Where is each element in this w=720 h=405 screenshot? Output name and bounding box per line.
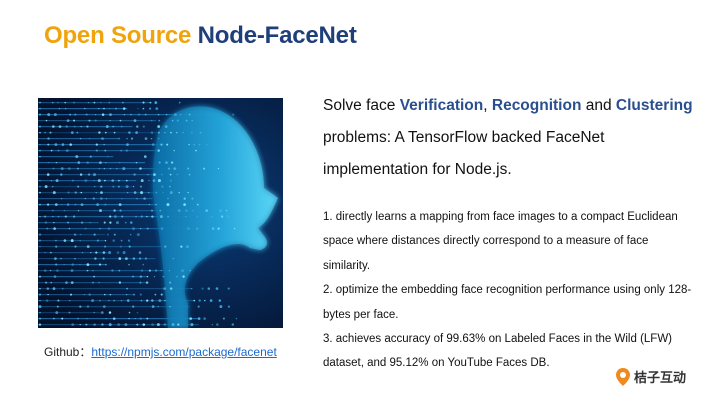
keyword-verification: Verification xyxy=(399,97,484,114)
title-open-source: Open Source xyxy=(44,22,192,49)
feature-point-1: 1. directly learns a mapping from face i… xyxy=(323,211,678,272)
github-url-link[interactable]: https://npmjs.com/package/facenet xyxy=(91,345,276,359)
keyword-recognition: Recognition xyxy=(491,97,582,114)
feature-points: 1. directly learns a mapping from face i… xyxy=(323,205,693,376)
lead-description: Solve face Verification, Recognition and… xyxy=(323,90,703,186)
lead-text-3: and xyxy=(581,97,616,114)
github-link-row: Github：https://npmjs.com/package/facenet xyxy=(44,343,277,360)
digital-face-illustration xyxy=(38,98,283,328)
lead-text-1: Solve face xyxy=(323,97,400,114)
brand-name: 桔子互动 xyxy=(634,370,687,385)
title-node-facenet: Node-FaceNet xyxy=(197,22,357,49)
brand-logo: 桔子互动 xyxy=(616,367,686,386)
lead-text-2: , xyxy=(483,97,492,114)
feature-point-2: 2. optimize the embedding face recogniti… xyxy=(323,284,692,321)
keyword-clustering: Clustering xyxy=(615,97,693,114)
location-pin-icon xyxy=(616,367,630,386)
slide-title: Open Source Node-FaceNet xyxy=(44,22,357,50)
hero-face-image xyxy=(38,98,283,328)
lead-text-4: problems: A TensorFlow backed FaceNet im… xyxy=(323,129,605,178)
github-label: Github： xyxy=(44,345,92,359)
